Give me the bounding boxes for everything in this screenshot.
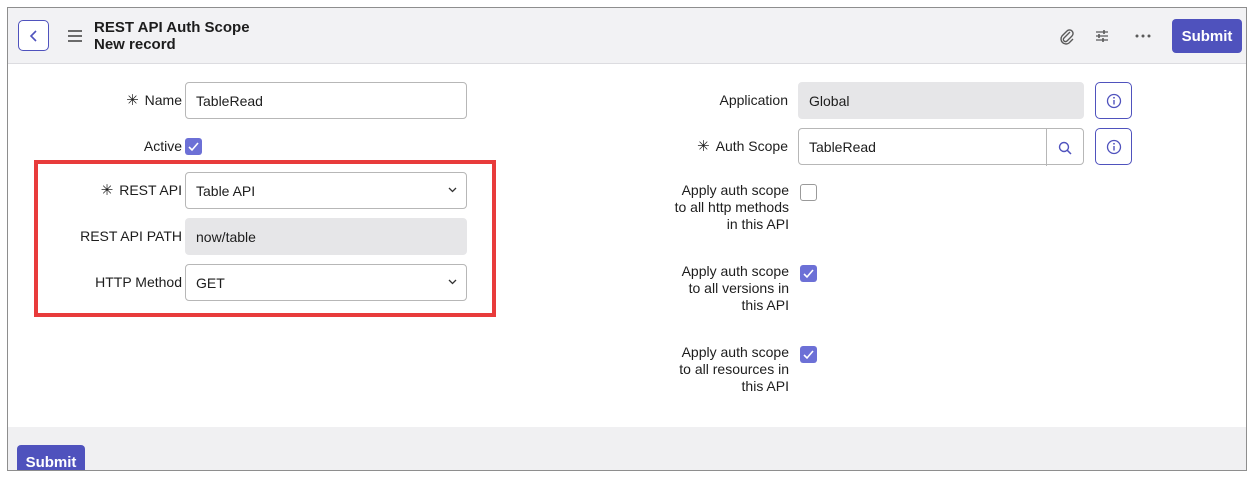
- label-line: this API: [741, 297, 789, 313]
- apply-http-methods-label: Apply auth scope to all http methods in …: [649, 182, 789, 233]
- highlight-box: [34, 160, 496, 317]
- label-line: this API: [741, 378, 789, 394]
- application-label: Application: [719, 92, 789, 108]
- auth-scope-value: TableRead: [809, 138, 876, 155]
- more-icon[interactable]: [1132, 25, 1154, 47]
- name-input[interactable]: TableRead: [185, 82, 467, 119]
- name-value: TableRead: [196, 92, 263, 109]
- auth-scope-search-button[interactable]: [1046, 129, 1083, 166]
- back-button[interactable]: [18, 20, 49, 51]
- label-line: to all versions in: [688, 280, 789, 296]
- page-subtitle: New record: [94, 36, 176, 53]
- required-marker: ✳: [697, 138, 710, 155]
- settings-sliders-icon[interactable]: [1091, 25, 1113, 47]
- label-line: in this API: [726, 216, 789, 232]
- menu-icon[interactable]: [68, 30, 82, 42]
- required-marker: ✳: [126, 92, 139, 109]
- name-label: ✳ Name: [126, 92, 182, 109]
- form-header: REST API Auth Scope New record Submit: [8, 8, 1246, 64]
- auth-scope-input[interactable]: TableRead: [798, 128, 1084, 166]
- title-block: REST API Auth Scope New record: [94, 19, 250, 53]
- apply-versions-label: Apply auth scope to all versions in this…: [649, 263, 789, 314]
- apply-resources-label: Apply auth scope to all resources in thi…: [649, 344, 789, 395]
- paperclip-icon[interactable]: [1056, 25, 1078, 47]
- auth-scope-info-button[interactable]: [1095, 128, 1132, 165]
- form-frame: REST API Auth Scope New record Submit ✳ N…: [7, 7, 1247, 471]
- label-line: Apply auth scope: [681, 263, 789, 279]
- back-icon: [29, 29, 37, 42]
- info-icon: [1106, 93, 1121, 108]
- label-line: Apply auth scope: [681, 182, 789, 198]
- active-checkbox[interactable]: [185, 138, 202, 155]
- application-info-button[interactable]: [1095, 82, 1132, 119]
- form-footer: [8, 427, 1246, 470]
- submit-button-top[interactable]: Submit: [1172, 19, 1242, 53]
- label-line: Apply auth scope: [681, 344, 789, 360]
- info-icon: [1106, 139, 1121, 154]
- application-field: Global: [798, 82, 1084, 119]
- search-icon: [1058, 141, 1072, 155]
- apply-versions-checkbox[interactable]: [800, 265, 817, 282]
- label-line: to all resources in: [679, 361, 789, 377]
- page-title: REST API Auth Scope: [94, 19, 250, 36]
- application-value: Global: [809, 92, 850, 109]
- submit-button-bottom[interactable]: Submit: [17, 445, 85, 470]
- apply-http-methods-checkbox[interactable]: [800, 184, 817, 201]
- active-label: Active: [143, 138, 182, 154]
- label-line: to all http methods: [674, 199, 789, 215]
- auth-scope-label: ✳ Auth Scope: [697, 138, 788, 155]
- apply-resources-checkbox[interactable]: [800, 346, 817, 363]
